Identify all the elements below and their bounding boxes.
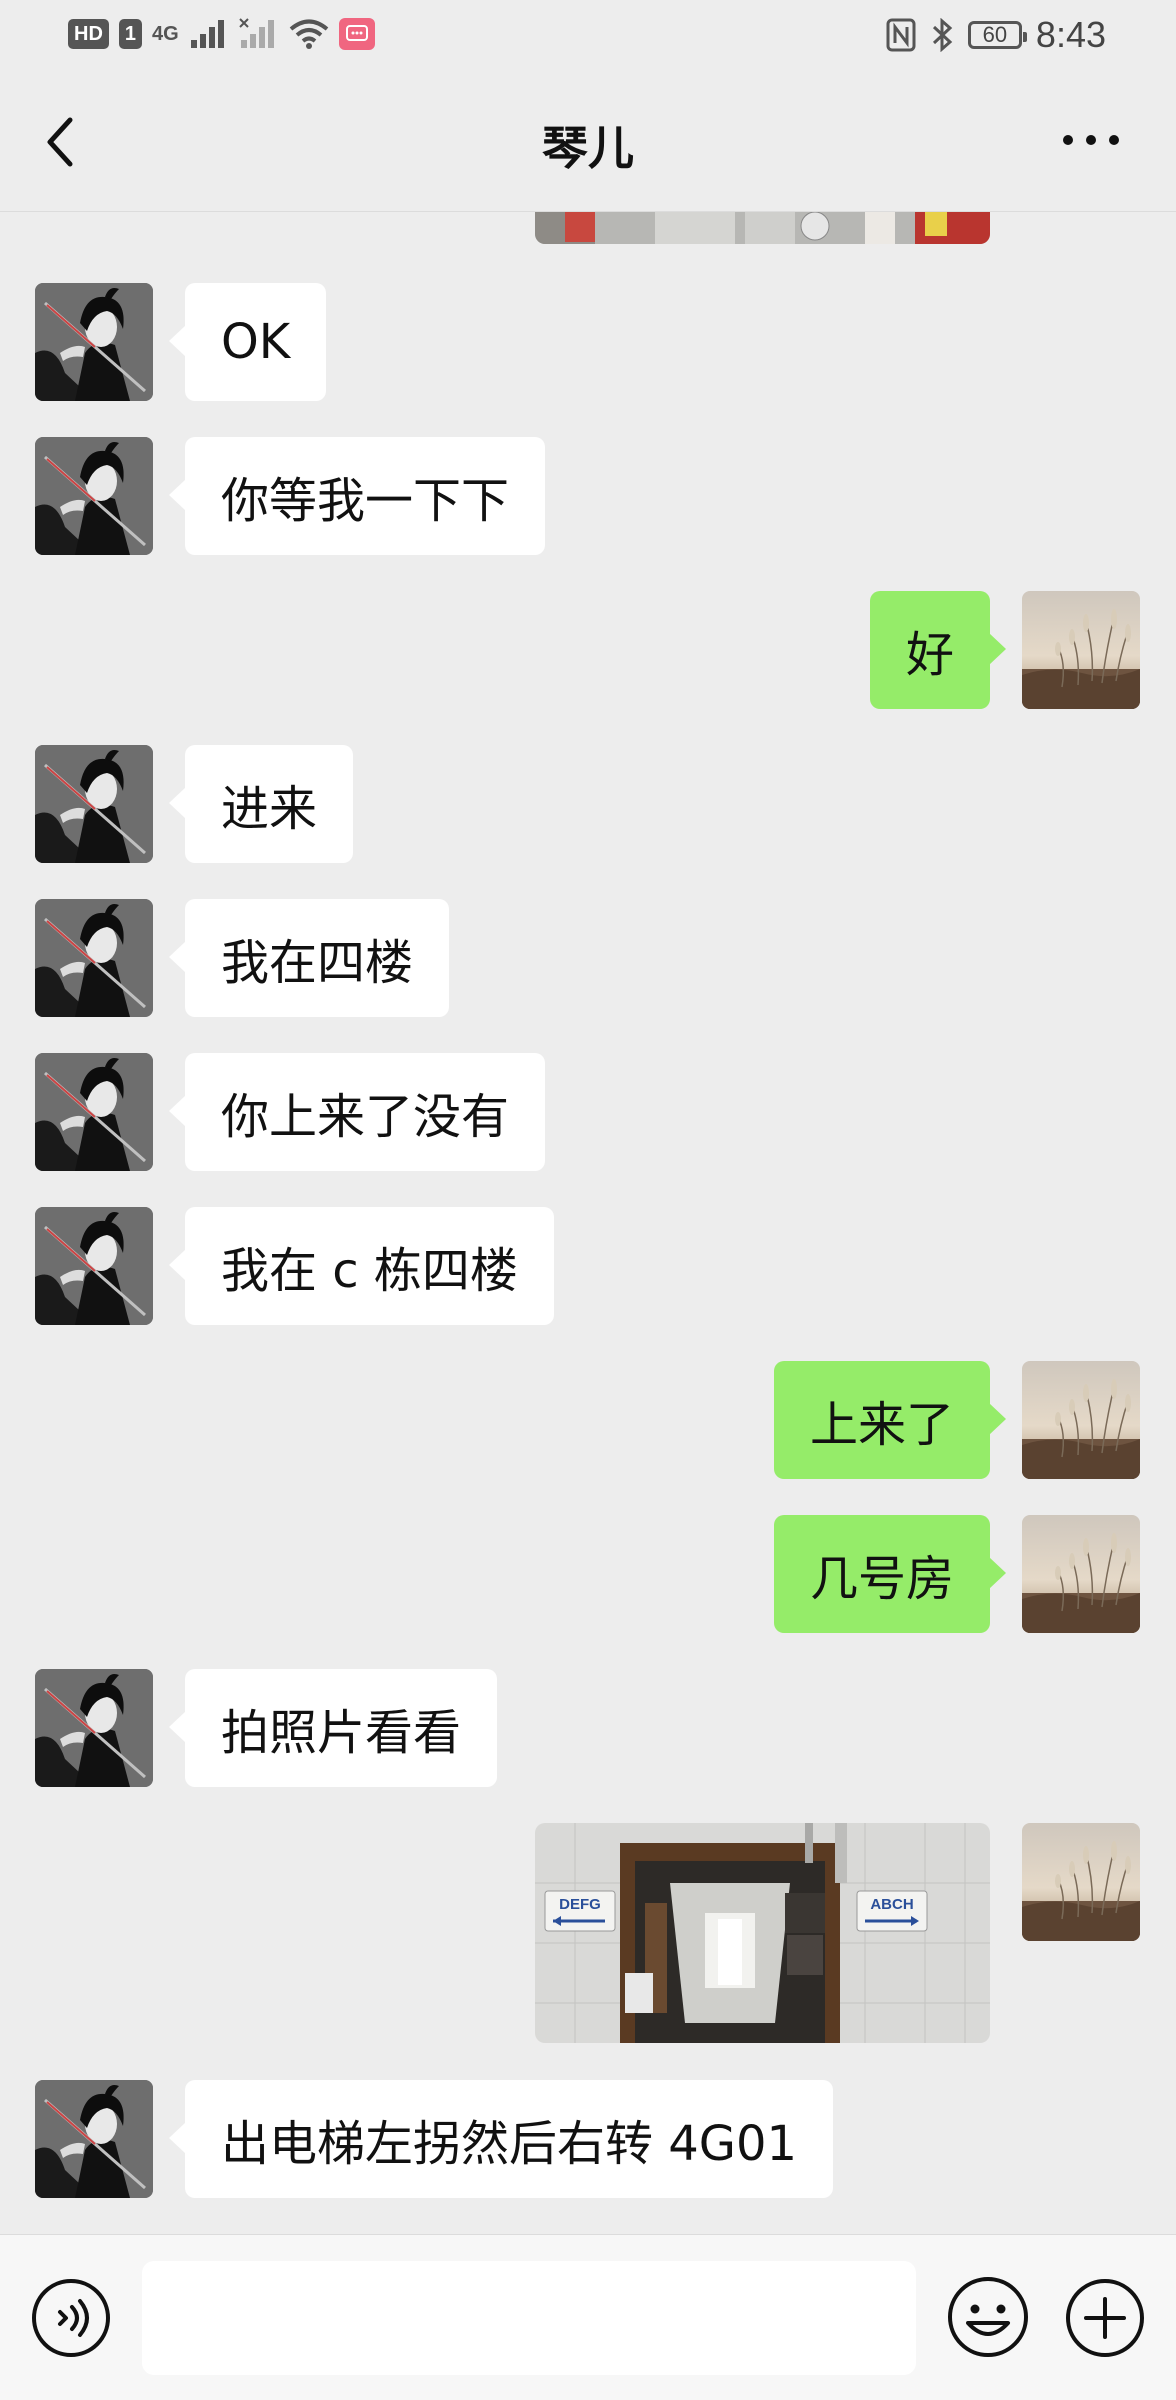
message-row: 出电梯左拐然后右转 4G01 <box>0 2080 1176 2198</box>
sign-left: DEFG <box>544 1890 616 1932</box>
nfc-icon <box>886 18 916 52</box>
bluetooth-icon <box>932 18 953 52</box>
my-avatar[interactable] <box>1022 1515 1140 1633</box>
contact-avatar[interactable] <box>35 1053 153 1171</box>
signal-icon <box>190 20 224 48</box>
contact-avatar[interactable] <box>35 437 153 555</box>
incoming-message-bubble[interactable]: 我在四楼 <box>168 899 450 1017</box>
emoji-icon[interactable] <box>946 2275 1030 2359</box>
battery-indicator: 60 <box>967 21 1027 49</box>
my-avatar[interactable] <box>1022 1823 1140 1941</box>
incoming-message-bubble[interactable]: 你等我一下下 <box>168 437 546 555</box>
clock: 8:43 <box>1035 14 1106 55</box>
chat-title: 琴儿 <box>542 121 634 175</box>
voice-icon[interactable] <box>30 2277 112 2359</box>
incoming-message-bubble[interactable]: 你上来了没有 <box>168 1053 546 1171</box>
contact-avatar[interactable] <box>35 283 153 401</box>
notification-app-icon <box>338 18 375 50</box>
sim-badge: 1 <box>118 19 143 49</box>
battery-level: 60 <box>982 22 1008 47</box>
contact-avatar[interactable] <box>35 745 153 863</box>
message-row: 你等我一下下 <box>0 437 1176 555</box>
contact-avatar[interactable] <box>35 899 153 1017</box>
outgoing-message-bubble[interactable]: 好 <box>869 591 1007 709</box>
network-type: 4G <box>152 22 179 45</box>
status-left: HD 1 4G <box>68 18 375 50</box>
message-row: OK <box>0 283 1176 401</box>
my-avatar[interactable] <box>1022 591 1140 709</box>
chat-message-list[interactable]: OK 你等我一下下 好 进来 我在四楼 你上来了没有 我在 c 栋四楼 上来了 … <box>0 212 1176 2234</box>
wifi-icon <box>289 19 328 49</box>
message-row: 进来 <box>0 745 1176 863</box>
my-avatar[interactable] <box>1022 1361 1140 1479</box>
previous-image-message[interactable] <box>535 212 990 244</box>
message-row: DEFG ABCH <box>0 1823 1176 2043</box>
message-row: 你上来了没有 <box>0 1053 1176 1171</box>
more-options-icon[interactable] <box>1056 120 1126 160</box>
message-row: 上来了 <box>0 1361 1176 1479</box>
incoming-message-bubble[interactable]: 进来 <box>168 745 354 863</box>
message-row: 我在四楼 <box>0 899 1176 1017</box>
outgoing-image-message[interactable]: DEFG ABCH <box>535 1823 990 2043</box>
message-row: 好 <box>0 591 1176 709</box>
incoming-message-bubble[interactable]: 拍照片看看 <box>168 1669 498 1787</box>
outgoing-message-bubble[interactable]: 上来了 <box>773 1361 1007 1479</box>
message-row: 我在 c 栋四楼 <box>0 1207 1176 1325</box>
contact-avatar[interactable] <box>35 1207 153 1325</box>
outgoing-message-bubble[interactable]: 几号房 <box>773 1515 1007 1633</box>
signal-off-icon <box>238 18 274 48</box>
incoming-message-bubble[interactable]: 出电梯左拐然后右转 4G01 <box>168 2080 834 2198</box>
sign-right-label: ABCH <box>870 1896 913 1913</box>
contact-avatar[interactable] <box>35 1669 153 1787</box>
input-bar <box>0 2234 1176 2400</box>
hd-badge: HD <box>68 19 109 49</box>
incoming-message-bubble[interactable]: OK <box>168 283 327 401</box>
status-bar: HD 1 4G 60 8:43 <box>0 0 1176 72</box>
message-input[interactable] <box>142 2261 916 2375</box>
chat-header: 琴儿 <box>0 72 1176 212</box>
sign-left-label: DEFG <box>559 1896 601 1913</box>
sign-right: ABCH <box>856 1890 928 1932</box>
contact-avatar[interactable] <box>35 2080 153 2198</box>
status-right: 60 8:43 <box>886 14 1106 56</box>
plus-icon[interactable] <box>1064 2277 1146 2359</box>
message-row: 几号房 <box>0 1515 1176 1633</box>
message-row: 拍照片看看 <box>0 1669 1176 1787</box>
incoming-message-bubble[interactable]: 我在 c 栋四楼 <box>169 1207 554 1325</box>
